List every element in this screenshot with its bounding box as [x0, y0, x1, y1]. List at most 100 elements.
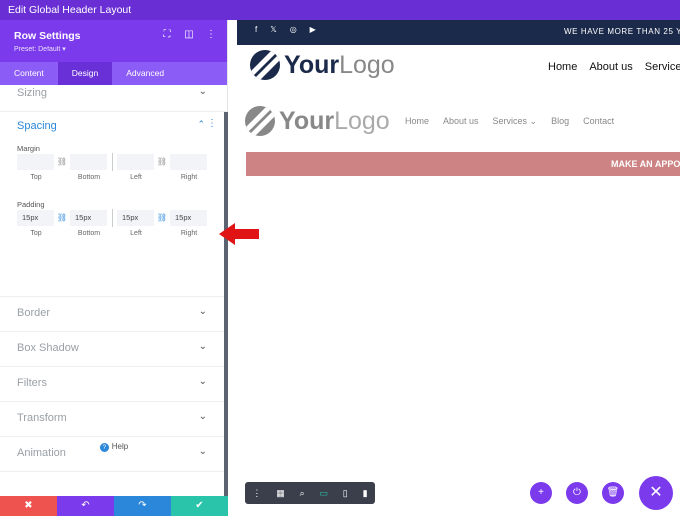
undo-icon: ↶: [81, 500, 90, 511]
facebook-icon[interactable]: f: [255, 25, 257, 34]
padding-right-input[interactable]: 15px: [170, 210, 207, 226]
builder-title: Edit Global Header Layout: [8, 4, 132, 16]
builder-title-bar: Edit Global Header Layout: [0, 0, 680, 20]
more-options-icon[interactable]: ⋮: [205, 29, 217, 40]
caption-left: Left: [130, 174, 142, 181]
divider: [112, 153, 113, 171]
panel-header-icons: ⛶ ◫ ⋮: [161, 29, 217, 40]
section-filters[interactable]: Filters ⌄: [0, 367, 227, 402]
preset-dropdown[interactable]: Preset: Default ▾: [14, 45, 66, 53]
help-label: Help: [111, 442, 129, 451]
nav-item-home[interactable]: Home: [548, 61, 577, 73]
link-icon[interactable]: ⛓: [155, 154, 169, 170]
x-icon[interactable]: 𝕏: [270, 25, 276, 34]
logo-icon: [245, 106, 275, 136]
appointment-link[interactable]: MAKE AN APPOI: [611, 152, 680, 176]
panel-action-bar: ✖ ↶ ↷ ✔: [0, 496, 228, 516]
drag-handle-icon[interactable]: ⋮: [252, 488, 261, 499]
panel-scrollbar[interactable]: [224, 112, 228, 496]
caption-top: Top: [30, 174, 42, 181]
trash-icon: 🗑: [606, 487, 620, 498]
add-button[interactable]: +: [530, 482, 552, 504]
caption-right: Right: [180, 230, 198, 237]
margin-label: Margin: [17, 144, 40, 153]
link-icon[interactable]: ⛓: [55, 154, 69, 170]
section-sizing[interactable]: Sizing ⌄: [0, 77, 227, 112]
section-label: Border: [17, 307, 51, 319]
nav-item-services[interactable]: Service: [645, 61, 680, 73]
youtube-icon[interactable]: ▶: [310, 25, 316, 34]
discard-button[interactable]: ✖: [0, 496, 57, 516]
appointment-bar: MAKE AN APPOI: [246, 152, 680, 176]
close-icon: ✕: [649, 484, 663, 501]
link-icon[interactable]: ⛓: [155, 210, 169, 226]
panel-header: Row Settings Preset: Default ▾ ⛶ ◫ ⋮: [0, 20, 227, 62]
section-transform[interactable]: Transform ⌄: [0, 402, 227, 437]
help-icon: ?: [99, 443, 109, 452]
more-options-icon[interactable]: ⋮: [207, 118, 217, 129]
chevron-down-icon: ⌄: [198, 306, 207, 317]
chevron-up-icon[interactable]: ⌃: [197, 119, 205, 130]
section-label: Filters: [17, 377, 47, 389]
chevron-down-icon: ⌄: [198, 411, 207, 422]
close-builder-button[interactable]: ✕: [639, 476, 673, 510]
redo-icon: ↷: [138, 500, 147, 511]
margin-top-input[interactable]: [17, 154, 54, 170]
nav-item-home[interactable]: Home: [405, 116, 429, 127]
section-box-shadow[interactable]: Box Shadow ⌄: [0, 332, 227, 367]
wireframe-icon[interactable]: ▦: [276, 488, 285, 499]
caption-left: Left: [130, 230, 142, 237]
page-toolbar: ⋮ ▦ ⌕ ▭ ▯ ▮: [245, 482, 375, 504]
logo-text: YourLogo: [279, 106, 390, 135]
nav-item-blog[interactable]: Blog: [551, 116, 569, 127]
chevron-down-icon: ⌄: [198, 376, 207, 387]
plus-icon: +: [538, 487, 544, 498]
section-spacing: Spacing ⌃ ⋮ Margin ⛓ ⛓ Top Bottom Left R…: [0, 112, 227, 297]
power-button[interactable]: ⏻: [566, 482, 588, 504]
caption-bottom: Bottom: [77, 230, 101, 237]
nav-item-contact[interactable]: Contact: [583, 116, 614, 127]
phone-view-icon[interactable]: ▮: [363, 488, 368, 499]
redo-button[interactable]: ↷: [114, 496, 171, 516]
margin-left-input[interactable]: [117, 154, 154, 170]
delete-button[interactable]: 🗑: [602, 482, 624, 504]
top-info-bar: f 𝕏 ◎ ▶ WE HAVE MORE THAN 25 YE: [237, 20, 680, 45]
section-label: Transform: [17, 412, 67, 424]
checkmark-icon: ✔: [195, 500, 204, 511]
tablet-view-icon[interactable]: ▯: [343, 488, 348, 499]
power-icon: ⏻: [573, 487, 581, 498]
section-label: Sizing: [17, 87, 47, 99]
logo-text: YourLogo: [284, 50, 395, 79]
padding-bottom-input[interactable]: 15px: [70, 210, 107, 226]
section-border[interactable]: Border ⌄: [0, 297, 227, 332]
margin-right-input[interactable]: [170, 154, 207, 170]
zoom-icon[interactable]: ⌕: [300, 488, 305, 499]
expand-icon[interactable]: ⛶: [161, 29, 173, 40]
padding-label: Padding: [17, 200, 45, 209]
section-label[interactable]: Spacing: [17, 120, 57, 132]
primary-logo[interactable]: YourLogo: [250, 50, 395, 80]
caption-bottom: Bottom: [77, 174, 101, 181]
red-arrow-annotation: [219, 223, 259, 245]
help-link[interactable]: ? Help: [0, 442, 228, 452]
social-icons: f 𝕏 ◎ ▶: [255, 25, 316, 34]
undo-button[interactable]: ↶: [57, 496, 114, 516]
desktop-view-icon[interactable]: ▭: [319, 488, 328, 499]
chevron-down-icon: ⌄: [198, 86, 207, 97]
nav-item-services[interactable]: Services ⌄: [493, 116, 538, 127]
secondary-logo[interactable]: YourLogo: [245, 106, 390, 136]
nav-item-about[interactable]: About us: [589, 61, 632, 73]
save-button[interactable]: ✔: [171, 496, 228, 516]
padding-left-input[interactable]: 15px: [117, 210, 154, 226]
padding-top-input[interactable]: 15px: [17, 210, 54, 226]
split-view-icon[interactable]: ◫: [183, 29, 195, 40]
close-icon: ✖: [24, 500, 33, 511]
instagram-icon[interactable]: ◎: [290, 25, 297, 34]
margin-bottom-input[interactable]: [70, 154, 107, 170]
link-icon[interactable]: ⛓: [55, 210, 69, 226]
chevron-down-icon: ⌄: [198, 341, 207, 352]
divider: [112, 209, 113, 227]
secondary-nav: Home About us Services ⌄ Blog Contact: [405, 116, 614, 127]
row-settings-panel: Row Settings Preset: Default ▾ ⛶ ◫ ⋮ Con…: [0, 20, 228, 496]
nav-item-about[interactable]: About us: [443, 116, 479, 127]
